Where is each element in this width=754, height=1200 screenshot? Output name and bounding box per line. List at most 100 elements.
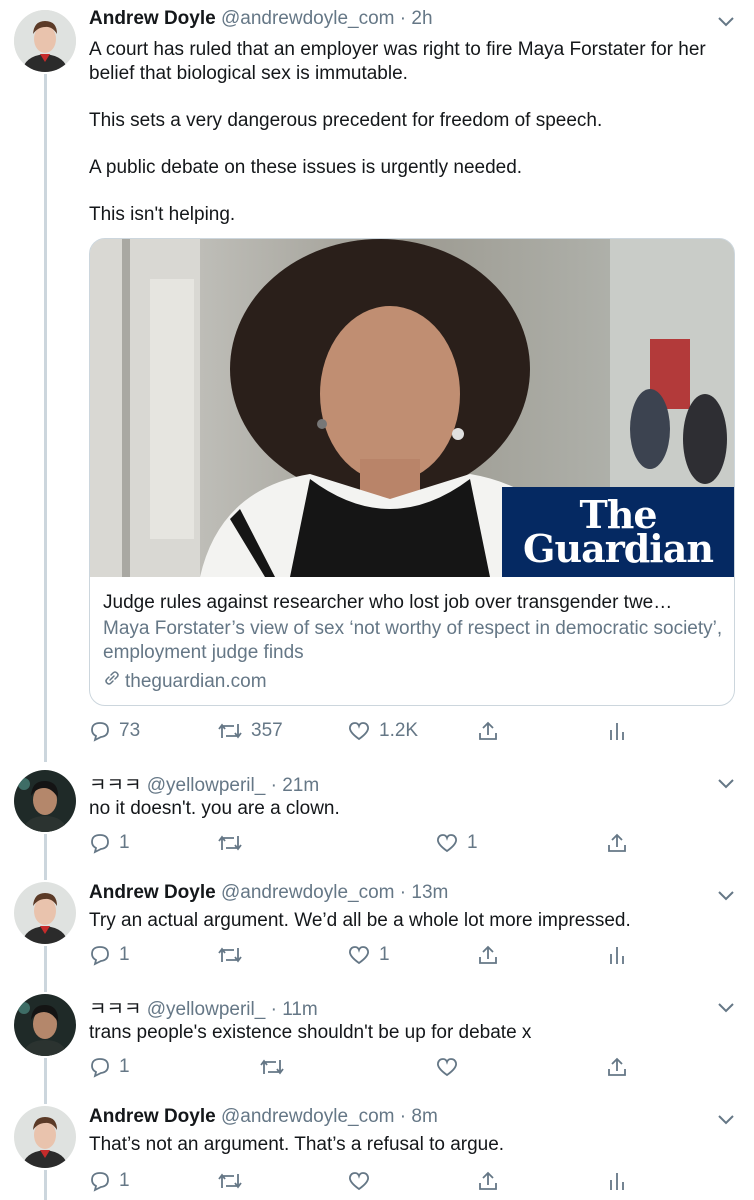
chevron-down-icon[interactable] <box>718 1000 734 1018</box>
heart-icon <box>435 832 459 854</box>
author-name[interactable]: Andrew Doyle <box>89 882 216 903</box>
tweet-actions: 1 <box>89 1170 649 1194</box>
bar-chart-icon <box>608 944 626 966</box>
reply-count: 73 <box>119 720 141 741</box>
avatar[interactable] <box>14 10 76 72</box>
tweet[interactable]: ㅋㅋㅋ @yellowperil_ · 11m trans people's e… <box>0 986 754 1098</box>
link-chain-icon <box>103 669 121 694</box>
retweet-button[interactable] <box>217 832 251 854</box>
analytics-button[interactable] <box>608 1170 626 1192</box>
guardian-logo-line2: Guardian <box>523 526 714 571</box>
heart-icon <box>347 720 371 742</box>
tweet[interactable]: Andrew Doyle @andrewdoyle_com · 8m That’… <box>0 1098 754 1200</box>
like-button[interactable]: 1 <box>435 832 478 854</box>
link-preview-card[interactable]: The Guardian Judge rules against researc… <box>89 238 735 706</box>
retweet-arrows-icon <box>259 1056 285 1078</box>
speech-bubble-icon <box>89 1056 111 1078</box>
card-description: Maya Forstater’s view of sex ‘not worthy… <box>103 618 723 663</box>
retweet-button[interactable] <box>217 1170 251 1192</box>
speech-bubble-icon <box>89 944 111 966</box>
retweet-button[interactable]: 357 <box>217 720 283 742</box>
retweet-arrows-icon <box>217 832 243 854</box>
avatar[interactable] <box>14 770 76 832</box>
retweet-button[interactable] <box>259 1056 293 1078</box>
speech-bubble-icon <box>89 1170 111 1192</box>
card-domain[interactable]: theguardian.com <box>103 669 723 694</box>
tweet[interactable]: Andrew Doyle @andrewdoyle_com · 13m Try … <box>0 874 754 986</box>
chevron-down-icon[interactable] <box>718 14 734 32</box>
timestamp[interactable]: 11m <box>282 999 318 1020</box>
retweet-count: 357 <box>251 720 283 741</box>
tweet-paragraph: A public debate on these issues is urgen… <box>89 157 523 178</box>
separator-dot: · <box>270 999 277 1020</box>
analytics-button[interactable] <box>608 944 626 966</box>
tweet-actions: 1 <box>89 1056 649 1080</box>
tweet[interactable]: ㅋㅋㅋ @yellowperil_ · 21m no it doesn't. y… <box>0 762 754 874</box>
speech-bubble-icon <box>89 832 111 854</box>
tweet-text: trans people's existence shouldn't be up… <box>89 1022 532 1043</box>
timestamp[interactable]: 21m <box>282 775 319 796</box>
heart-icon <box>347 1170 371 1192</box>
reply-count: 1 <box>119 1170 130 1191</box>
like-button[interactable] <box>347 1170 379 1192</box>
card-title[interactable]: Judge rules against researcher who lost … <box>103 591 723 615</box>
timestamp[interactable]: 13m <box>411 882 448 903</box>
chevron-down-icon[interactable] <box>718 888 734 906</box>
chevron-down-icon[interactable] <box>718 1112 734 1130</box>
author-handle[interactable]: @yellowperil_ <box>147 999 266 1020</box>
avatar[interactable] <box>14 1106 76 1168</box>
tweet-paragraph: A court has ruled that an employer was r… <box>89 39 706 84</box>
reply-button[interactable]: 1 <box>89 944 130 966</box>
avatar[interactable] <box>14 882 76 944</box>
author-name[interactable]: Andrew Doyle <box>89 1106 216 1127</box>
share-button[interactable] <box>606 832 628 854</box>
analytics-button[interactable] <box>608 720 626 742</box>
retweet-arrows-icon <box>217 944 243 966</box>
tweet-paragraph: This isn't helping. <box>89 204 236 225</box>
retweet-arrows-icon <box>217 1170 243 1192</box>
share-button[interactable] <box>606 1056 628 1078</box>
tweet-actions: 1 1 <box>89 832 649 856</box>
share-button[interactable] <box>477 720 499 742</box>
reply-count: 1 <box>119 944 130 965</box>
author-handle[interactable]: @andrewdoyle_com <box>221 8 395 29</box>
reply-count: 1 <box>119 1056 130 1077</box>
like-button[interactable]: 1 <box>347 944 390 966</box>
reply-count: 1 <box>119 832 130 853</box>
retweet-arrows-icon <box>217 720 243 742</box>
like-button[interactable] <box>435 1056 467 1078</box>
share-upload-icon <box>606 832 628 854</box>
separator-dot: · <box>399 8 407 29</box>
tweet-paragraph: This sets a very dangerous precedent for… <box>89 110 603 131</box>
reply-button[interactable]: 1 <box>89 832 130 854</box>
timestamp[interactable]: 8m <box>411 1106 437 1127</box>
bar-chart-icon <box>608 1170 626 1192</box>
share-button[interactable] <box>477 1170 499 1192</box>
timestamp[interactable]: 2h <box>411 8 432 29</box>
tweet-text: That’s not an argument. That’s a refusal… <box>89 1134 505 1155</box>
author-name[interactable]: Andrew Doyle <box>89 8 216 29</box>
card-image: The Guardian <box>90 239 734 577</box>
retweet-button[interactable] <box>217 944 251 966</box>
author-name[interactable]: ㅋㅋㅋ <box>89 775 141 796</box>
author-handle[interactable]: @yellowperil_ <box>147 775 266 796</box>
tweet-text: Try an actual argument. We’d all be a wh… <box>89 910 631 931</box>
separator-dot: · <box>270 775 277 796</box>
chevron-down-icon[interactable] <box>718 776 734 794</box>
author-handle[interactable]: @andrewdoyle_com <box>221 882 395 903</box>
speech-bubble-icon <box>89 720 111 742</box>
separator-dot: · <box>399 1106 407 1127</box>
author-name[interactable]: ㅋㅋㅋ <box>89 999 141 1020</box>
separator-dot: · <box>399 882 407 903</box>
guardian-logo: The Guardian <box>502 487 734 577</box>
reply-button[interactable]: 1 <box>89 1056 130 1078</box>
author-handle[interactable]: @andrewdoyle_com <box>221 1106 395 1127</box>
reply-button[interactable]: 73 <box>89 720 140 742</box>
share-button[interactable] <box>477 944 499 966</box>
reply-button[interactable]: 1 <box>89 1170 130 1192</box>
tweet[interactable]: Andrew Doyle @andrewdoyle_com · 2h A cou… <box>0 0 754 760</box>
tweet-actions: 1 1 <box>89 944 649 968</box>
share-upload-icon <box>606 1056 628 1078</box>
like-button[interactable]: 1.2K <box>347 720 418 742</box>
avatar[interactable] <box>14 994 76 1056</box>
